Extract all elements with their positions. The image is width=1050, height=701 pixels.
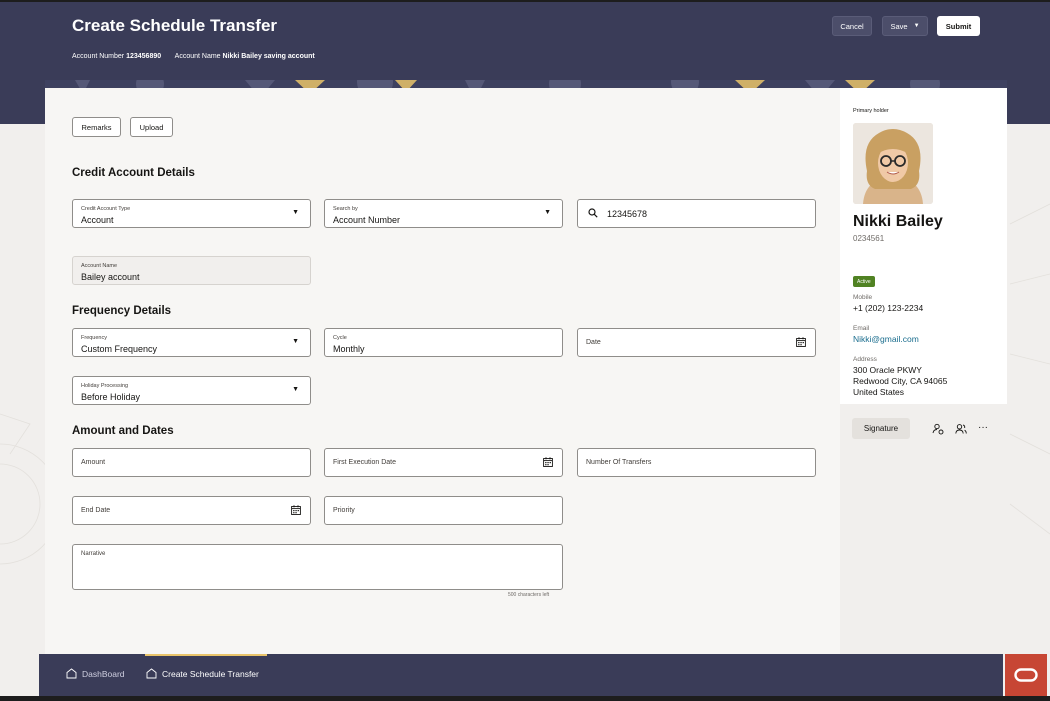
- account-number-label: Account Number: [72, 53, 125, 60]
- field-value: Bailey account: [81, 272, 140, 282]
- search-by-select[interactable]: Search by Account Number ▼: [324, 199, 563, 228]
- bottom-window-edge: [0, 696, 1050, 701]
- narrative-textarea[interactable]: Narrative: [72, 544, 563, 590]
- field-placeholder: Priority: [333, 507, 355, 514]
- mobile-label: Mobile: [853, 294, 873, 301]
- field-value: Account: [81, 215, 114, 225]
- oracle-icon: [1014, 668, 1038, 682]
- calendar-icon[interactable]: [291, 505, 301, 515]
- save-button[interactable]: Save ▼: [882, 16, 928, 36]
- field-label: Frequency: [81, 335, 107, 341]
- home-icon: [146, 668, 157, 679]
- search-icon: [588, 208, 598, 218]
- customer-id: 0234561: [853, 234, 885, 243]
- field-label: Cycle: [333, 335, 347, 341]
- field-label: Account Name: [81, 263, 118, 269]
- amount-input[interactable]: Amount: [72, 448, 311, 477]
- cycle-field[interactable]: Cycle Monthly: [324, 328, 563, 357]
- customer-panel-filler: [840, 450, 1007, 654]
- email-link[interactable]: Nikki@gmail.com: [853, 334, 919, 344]
- mobile-value: +1 (202) 123-2234: [853, 303, 924, 313]
- address-label: Address: [853, 356, 877, 363]
- account-summary: Account Number 123456890 Account Name Ni…: [72, 53, 315, 60]
- field-label: Narrative: [81, 551, 106, 557]
- calendar-icon[interactable]: [543, 457, 553, 467]
- number-of-transfers-input[interactable]: Number Of Transfers: [577, 448, 816, 477]
- oracle-logo[interactable]: [1005, 654, 1047, 696]
- search-value: 12345678: [607, 209, 648, 219]
- field-label: Holiday Processing: [81, 383, 129, 389]
- more-options-icon[interactable]: ···: [978, 423, 990, 435]
- tab-create-schedule-transfer[interactable]: Create Schedule Transfer: [146, 668, 259, 679]
- footer-tab-bar: DashBoard Create Schedule Transfer: [39, 654, 1003, 696]
- cancel-button[interactable]: Cancel: [832, 16, 872, 36]
- section-title-credit: Credit Account Details: [72, 167, 195, 179]
- dropdown-arrow-icon: ▼: [292, 338, 299, 345]
- tab-label: DashBoard: [82, 668, 125, 679]
- end-date-input[interactable]: End Date: [72, 496, 311, 525]
- frequency-select[interactable]: Frequency Custom Frequency ▼: [72, 328, 311, 357]
- address-line-1: 300 Oracle PKWY: [853, 365, 922, 375]
- field-placeholder: First Execution Date: [333, 459, 397, 466]
- active-tab-indicator: [145, 654, 267, 656]
- primary-holder-label: Primary holder: [853, 108, 889, 114]
- tab-label: Create Schedule Transfer: [162, 668, 259, 679]
- user-link-icon[interactable]: [932, 423, 944, 435]
- dropdown-arrow-icon: ▼: [292, 209, 299, 216]
- field-value: Custom Frequency: [81, 344, 158, 354]
- holiday-processing-select[interactable]: Holiday Processing Before Holiday ▼: [72, 376, 311, 405]
- address-line-2: Redwood City, CA 94065: [853, 376, 948, 386]
- account-name-label: Account Name: [174, 53, 221, 60]
- home-icon: [66, 668, 77, 679]
- email-label: Email: [853, 325, 870, 332]
- page-title: Create Schedule Transfer: [72, 16, 278, 35]
- date-input[interactable]: Date: [577, 328, 816, 357]
- field-value: Monthly: [333, 344, 365, 354]
- account-name-value: Nikki Bailey saving account: [222, 53, 315, 60]
- credit-account-type-select[interactable]: Credit Account Type Account ▼: [72, 199, 311, 228]
- customer-name: Nikki Bailey: [853, 213, 943, 230]
- section-title-frequency: Frequency Details: [72, 305, 172, 317]
- remarks-button[interactable]: Remarks: [72, 117, 121, 137]
- narrative-char-counter: 500 characters left: [508, 592, 550, 598]
- tab-dashboard[interactable]: DashBoard: [66, 668, 125, 679]
- section-title-amount: Amount and Dates: [72, 425, 174, 437]
- account-number-value: 123456890: [126, 53, 162, 60]
- chevron-down-icon: ▼: [913, 23, 920, 29]
- dropdown-arrow-icon: ▼: [292, 386, 299, 393]
- calendar-icon[interactable]: [796, 337, 806, 347]
- customer-photo: [853, 123, 933, 204]
- field-placeholder: End Date: [81, 507, 111, 514]
- signature-button[interactable]: Signature: [852, 418, 910, 439]
- field-placeholder: Amount: [81, 459, 106, 466]
- dropdown-arrow-icon: ▼: [544, 209, 551, 216]
- field-value: Before Holiday: [81, 392, 141, 402]
- address-line-3: United States: [853, 387, 905, 397]
- priority-input[interactable]: Priority: [324, 496, 563, 525]
- first-execution-date-input[interactable]: First Execution Date: [324, 448, 563, 477]
- account-search-input[interactable]: 12345678: [577, 199, 816, 228]
- upload-button[interactable]: Upload: [130, 117, 173, 137]
- field-value: Account Number: [333, 215, 401, 225]
- field-label: Search by: [333, 206, 358, 212]
- field-placeholder: Date: [586, 339, 601, 346]
- field-placeholder: Number Of Transfers: [586, 459, 652, 466]
- field-label: Credit Account Type: [81, 206, 131, 212]
- account-name-field: Account Name Bailey account: [72, 256, 311, 285]
- submit-button[interactable]: Submit: [937, 16, 980, 36]
- save-button-label: Save: [890, 21, 908, 31]
- status-badge: Active: [853, 276, 875, 287]
- users-icon[interactable]: [955, 423, 967, 435]
